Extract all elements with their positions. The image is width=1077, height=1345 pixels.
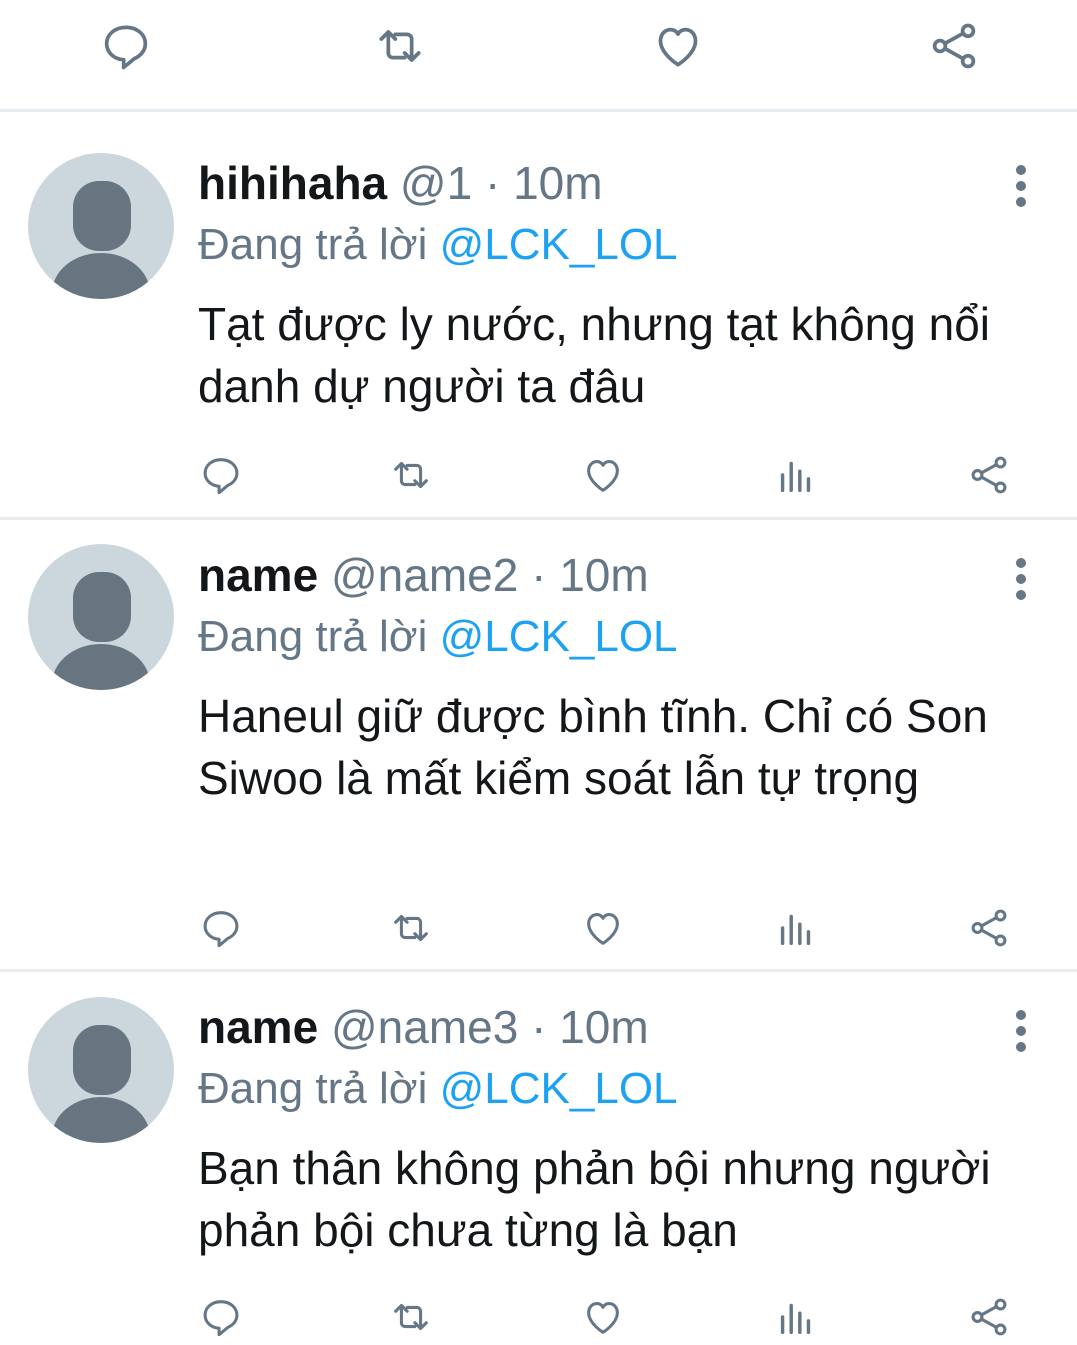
tweet-header: name @name2 · 10m bbox=[198, 547, 649, 603]
display-name[interactable]: name bbox=[198, 1001, 318, 1053]
previous-tweet-actions bbox=[0, 0, 1077, 112]
replying-to: Đang trả lời @LCK_LOL bbox=[198, 1061, 678, 1117]
like-icon[interactable] bbox=[580, 1294, 626, 1340]
retweet-icon[interactable] bbox=[372, 18, 428, 74]
retweet-icon[interactable] bbox=[388, 905, 434, 951]
more-options-icon[interactable] bbox=[1008, 165, 1034, 213]
analytics-icon[interactable] bbox=[773, 452, 819, 498]
replying-to-label: Đang trả lời bbox=[198, 612, 428, 661]
share-icon[interactable] bbox=[966, 905, 1012, 951]
timestamp[interactable]: 10m bbox=[559, 1001, 648, 1053]
retweet-icon[interactable] bbox=[388, 1294, 434, 1340]
like-icon[interactable] bbox=[580, 452, 626, 498]
replying-to: Đang trả lời @LCK_LOL bbox=[198, 609, 678, 665]
handle[interactable]: @name3 bbox=[331, 1001, 518, 1053]
display-name[interactable]: hihihaha bbox=[198, 157, 387, 209]
reply-icon[interactable] bbox=[98, 18, 154, 74]
share-icon[interactable] bbox=[966, 452, 1012, 498]
tweet-text: Haneul giữ được bình tĩnh. Chỉ có Son Si… bbox=[198, 690, 988, 804]
tweet[interactable]: name @name3 · 10m Đang trả lời @LCK_LOL … bbox=[0, 972, 1077, 1345]
analytics-icon[interactable] bbox=[773, 1294, 819, 1340]
display-name[interactable]: name bbox=[198, 549, 318, 601]
timestamp[interactable]: 10m bbox=[559, 549, 648, 601]
avatar[interactable] bbox=[28, 153, 174, 299]
separator: · bbox=[484, 157, 501, 209]
tweet-text: Tạt được ly nước, nhưng tạt không nổi da… bbox=[198, 298, 990, 412]
tweet-text: Bạn thân không phản bội nhưng người phản… bbox=[198, 1142, 991, 1256]
like-icon[interactable] bbox=[580, 905, 626, 951]
tweet[interactable]: hihihaha @1 · 10m Đang trả lời @LCK_LOL … bbox=[0, 115, 1077, 520]
reply-mention-link[interactable]: @LCK_LOL bbox=[440, 220, 678, 269]
avatar[interactable] bbox=[28, 544, 174, 690]
reply-mention-link[interactable]: @LCK_LOL bbox=[440, 612, 678, 661]
separator: · bbox=[531, 1001, 547, 1053]
tweet-header: name @name3 · 10m bbox=[198, 999, 649, 1055]
replying-to-label: Đang trả lời bbox=[198, 220, 428, 269]
reply-mention-link[interactable]: @LCK_LOL bbox=[440, 1064, 678, 1113]
analytics-icon[interactable] bbox=[773, 905, 819, 951]
more-options-icon[interactable] bbox=[1008, 558, 1034, 606]
share-icon[interactable] bbox=[966, 1294, 1012, 1340]
reply-icon[interactable] bbox=[198, 905, 244, 951]
more-options-icon[interactable] bbox=[1008, 1010, 1034, 1058]
reply-icon[interactable] bbox=[198, 452, 244, 498]
retweet-icon[interactable] bbox=[388, 452, 434, 498]
avatar[interactable] bbox=[28, 997, 174, 1143]
reply-icon[interactable] bbox=[198, 1294, 244, 1340]
handle[interactable]: @1 bbox=[400, 157, 472, 209]
like-icon[interactable] bbox=[650, 18, 706, 74]
share-icon[interactable] bbox=[926, 18, 982, 74]
timestamp[interactable]: 10m bbox=[513, 157, 602, 209]
handle[interactable]: @name2 bbox=[331, 549, 518, 601]
separator: · bbox=[531, 549, 547, 601]
replying-to-label: Đang trả lời bbox=[198, 1064, 428, 1113]
tweet-header: hihihaha @1 · 10m bbox=[198, 155, 603, 211]
tweet[interactable]: name @name2 · 10m Đang trả lời @LCK_LOL … bbox=[0, 520, 1077, 972]
replying-to: Đang trả lời @LCK_LOL bbox=[198, 217, 678, 273]
